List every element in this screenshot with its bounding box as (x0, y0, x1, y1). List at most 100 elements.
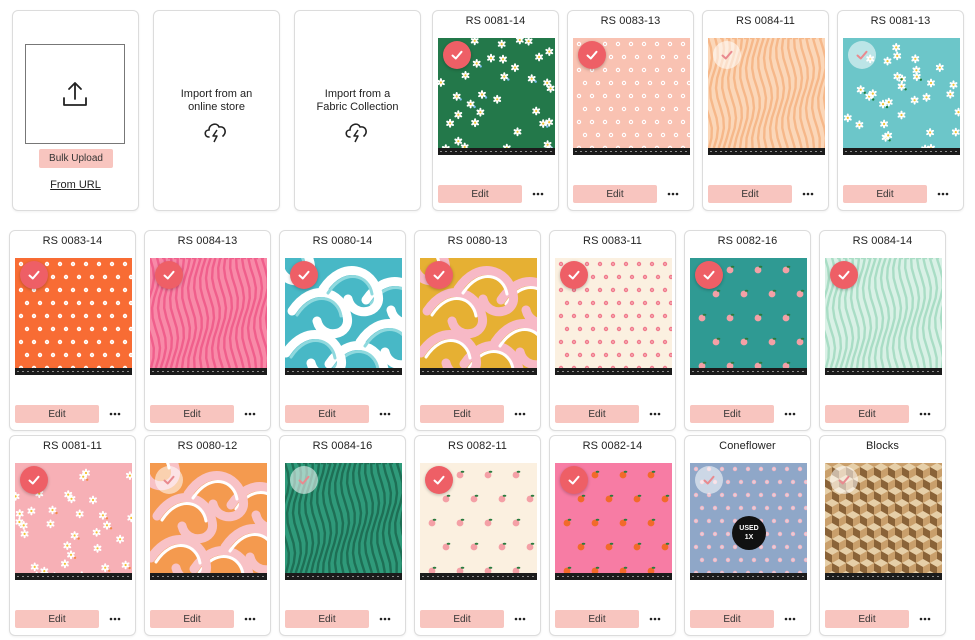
check-circle-icon[interactable] (578, 41, 606, 69)
more-horizontal-icon[interactable] (240, 610, 260, 628)
upload-dropzone[interactable] (25, 44, 125, 144)
check-circle-icon[interactable] (443, 41, 471, 69)
fabric-swatch-image[interactable] (150, 463, 267, 580)
fabric-swatch-image[interactable] (708, 38, 825, 155)
check-circle-icon[interactable] (830, 261, 858, 289)
edit-button[interactable]: Edit (573, 185, 657, 203)
fabric-swatch-image[interactable] (555, 258, 672, 375)
from-url-link[interactable]: From URL (13, 179, 138, 191)
more-horizontal-icon[interactable] (798, 185, 818, 203)
check-circle-icon[interactable] (425, 466, 453, 494)
edit-button[interactable]: Edit (420, 405, 504, 423)
more-horizontal-icon[interactable] (375, 610, 395, 628)
check-circle-icon[interactable] (830, 466, 858, 494)
more-horizontal-icon[interactable] (240, 405, 260, 423)
fabric-swatch-image[interactable] (555, 463, 672, 580)
fabric-card[interactable]: RS 0080-12 Edit (144, 435, 271, 636)
fabric-swatch-image[interactable] (690, 258, 807, 375)
fabric-card[interactable]: RS 0080-13 Edit (414, 230, 541, 431)
edit-button[interactable]: Edit (843, 185, 927, 203)
selvedge-strip (555, 368, 672, 375)
more-horizontal-icon[interactable] (105, 405, 125, 423)
more-horizontal-icon[interactable] (510, 610, 530, 628)
more-horizontal-icon[interactable] (780, 405, 800, 423)
edit-button[interactable]: Edit (15, 610, 99, 628)
more-horizontal-icon[interactable] (528, 185, 548, 203)
fabric-card[interactable]: RS 0083-11 Edit (549, 230, 676, 431)
check-circle-icon[interactable] (713, 41, 741, 69)
more-horizontal-icon[interactable] (645, 405, 665, 423)
check-circle-icon[interactable] (848, 41, 876, 69)
more-horizontal-icon[interactable] (915, 405, 935, 423)
edit-button[interactable]: Edit (708, 185, 792, 203)
more-horizontal-icon[interactable] (915, 610, 935, 628)
bulk-upload-button[interactable]: Bulk Upload (39, 149, 113, 168)
more-horizontal-icon[interactable] (663, 185, 683, 203)
edit-button[interactable]: Edit (555, 610, 639, 628)
edit-button[interactable]: Edit (690, 610, 774, 628)
fabric-swatch-image[interactable] (843, 38, 960, 155)
fabric-swatch-image[interactable] (285, 463, 402, 580)
edit-button[interactable]: Edit (438, 185, 522, 203)
check-circle-icon[interactable] (695, 466, 723, 494)
check-circle-icon[interactable] (20, 466, 48, 494)
check-circle-icon[interactable] (560, 261, 588, 289)
more-horizontal-icon[interactable] (510, 405, 530, 423)
fabric-card[interactable]: RS 0081-13 Edit (837, 10, 964, 211)
check-circle-icon[interactable] (695, 261, 723, 289)
fabric-card[interactable]: RS 0083-14 Edit (9, 230, 136, 431)
fabric-swatch-image[interactable] (150, 258, 267, 375)
fabric-card[interactable]: Blocks Edit (819, 435, 946, 636)
edit-button[interactable]: Edit (555, 405, 639, 423)
fabric-card[interactable]: RS 0081-14 Edit (432, 10, 559, 211)
fabric-card[interactable]: RS 0084-16 Edit (279, 435, 406, 636)
edit-button[interactable]: Edit (825, 405, 909, 423)
fabric-swatch-image[interactable] (420, 258, 537, 375)
more-horizontal-icon[interactable] (375, 405, 395, 423)
selvedge-strip (555, 573, 672, 580)
more-horizontal-icon[interactable] (933, 185, 953, 203)
fabric-card[interactable]: RS 0080-14 Edit (279, 230, 406, 431)
fabric-card[interactable]: RS 0082-16 Edit (684, 230, 811, 431)
import-collection-card[interactable]: Import from a Fabric Collection (294, 10, 421, 211)
fabric-swatch-image[interactable]: USED 1X (690, 463, 807, 580)
check-circle-icon[interactable] (290, 261, 318, 289)
edit-button[interactable]: Edit (420, 610, 504, 628)
selvedge-strip (285, 573, 402, 580)
check-circle-icon[interactable] (155, 466, 183, 494)
edit-button[interactable]: Edit (285, 610, 369, 628)
check-circle-icon[interactable] (155, 261, 183, 289)
import-store-card[interactable]: Import from an online store (153, 10, 280, 211)
fabric-card[interactable]: RS 0082-11 Edit (414, 435, 541, 636)
edit-button[interactable]: Edit (825, 610, 909, 628)
fabric-card[interactable]: RS 0084-11 Edit (702, 10, 829, 211)
fabric-card[interactable]: RS 0084-14 Edit (819, 230, 946, 431)
more-horizontal-icon[interactable] (780, 610, 800, 628)
edit-button[interactable]: Edit (690, 405, 774, 423)
fabric-card[interactable]: RS 0084-13 Edit (144, 230, 271, 431)
more-horizontal-icon[interactable] (105, 610, 125, 628)
selvedge-strip (438, 148, 555, 155)
fabric-card[interactable]: RS 0083-13 Edit (567, 10, 694, 211)
edit-button[interactable]: Edit (285, 405, 369, 423)
check-circle-icon[interactable] (425, 261, 453, 289)
edit-button[interactable]: Edit (150, 610, 234, 628)
fabric-card[interactable]: RS 0082-14 Edit (549, 435, 676, 636)
fabric-card[interactable]: Coneflower USED 1X Edit (684, 435, 811, 636)
fabric-card[interactable]: RS 0081-11 Edit (9, 435, 136, 636)
fabric-swatch-image[interactable] (438, 38, 555, 155)
check-circle-icon[interactable] (20, 261, 48, 289)
edit-button[interactable]: Edit (150, 405, 234, 423)
check-circle-icon[interactable] (560, 466, 588, 494)
fabric-swatch-image[interactable] (15, 258, 132, 375)
more-horizontal-icon[interactable] (645, 610, 665, 628)
fabric-swatch-image[interactable] (825, 258, 942, 375)
fabric-swatch-image[interactable] (825, 463, 942, 580)
check-circle-icon[interactable] (290, 466, 318, 494)
fabric-swatch-image[interactable] (420, 463, 537, 580)
fabric-swatch-image[interactable] (573, 38, 690, 155)
edit-button[interactable]: Edit (15, 405, 99, 423)
fabric-swatch-image[interactable] (15, 463, 132, 580)
cloud-lightning-icon (345, 123, 367, 143)
fabric-swatch-image[interactable] (285, 258, 402, 375)
